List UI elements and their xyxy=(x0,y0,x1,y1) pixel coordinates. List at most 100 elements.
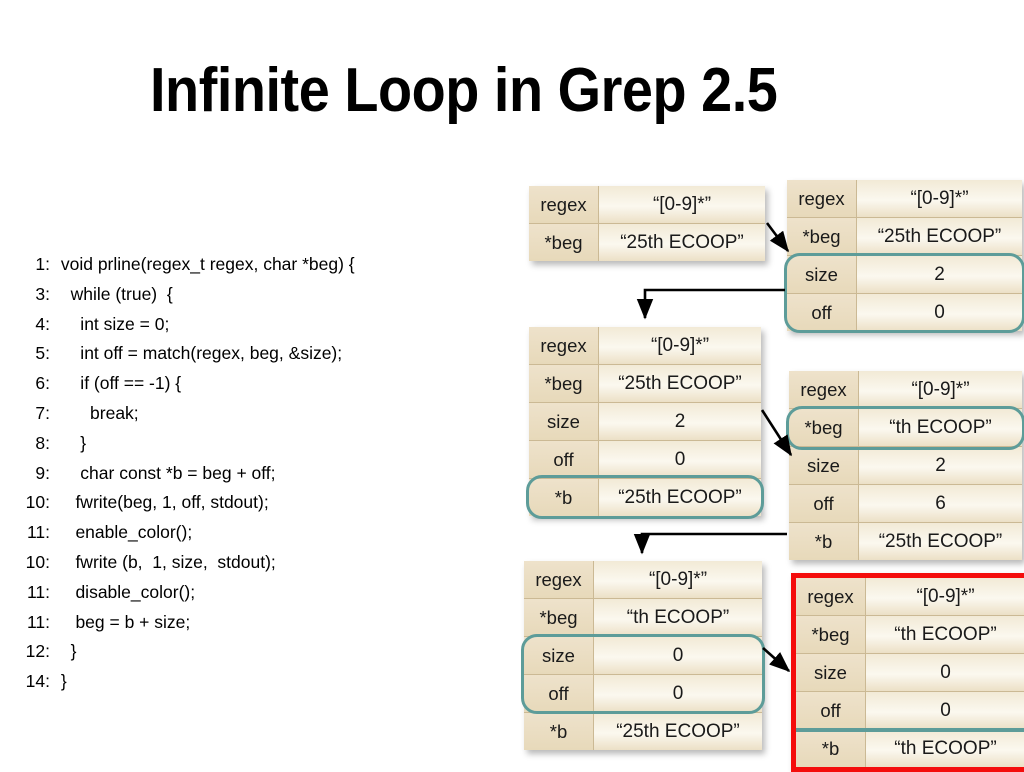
table-row: regex “[0-9]*” xyxy=(529,327,761,364)
row-value: “[0-9]*” xyxy=(599,327,761,364)
code-line-text: break; xyxy=(56,402,139,423)
row-key: off xyxy=(787,294,857,331)
row-value: 0 xyxy=(594,675,762,712)
table-row: regex “[0-9]*” xyxy=(787,180,1022,217)
code-line: 3: while (true) { xyxy=(16,280,376,310)
row-value: “[0-9]*” xyxy=(857,180,1022,217)
table-row: size 2 xyxy=(787,255,1022,293)
row-value: “25th ECOOP” xyxy=(594,713,762,750)
code-line-text: fwrite(beg, 1, off, stdout); xyxy=(56,492,269,513)
row-value: 2 xyxy=(857,256,1022,293)
code-line-text: } xyxy=(56,641,77,662)
row-value: “25th ECOOP” xyxy=(599,365,761,402)
row-value: 0 xyxy=(599,441,761,478)
code-line-number: 11: xyxy=(26,581,50,602)
row-value: “25th ECOOP” xyxy=(599,224,765,261)
code-line-text: int size = 0; xyxy=(56,313,170,334)
row-value: 6 xyxy=(859,485,1022,522)
state-table-3: regex “[0-9]*” *beg “25th ECOOP” size 2 … xyxy=(526,327,764,519)
code-line: 10: fwrite (b, 1, size, stdout); xyxy=(16,548,376,578)
row-key: off xyxy=(796,692,866,729)
code-line-number: 10: xyxy=(25,492,50,513)
table-row: regex “[0-9]*” xyxy=(524,561,762,598)
code-line-text: } xyxy=(56,432,87,453)
code-listing: 1: void prline(regex_t regex, char *beg)… xyxy=(16,250,376,697)
row-value: “25th ECOOP” xyxy=(599,479,761,516)
row-value: 2 xyxy=(859,447,1022,484)
row-key: *beg xyxy=(524,599,594,636)
code-line-number: 5: xyxy=(35,343,50,364)
row-value: “[0-9]*” xyxy=(859,371,1022,408)
row-value: “th ECOOP” xyxy=(866,730,1024,767)
row-value: “[0-9]*” xyxy=(866,578,1024,615)
row-key: regex xyxy=(789,371,859,408)
table-row: regex “[0-9]*” xyxy=(529,186,765,223)
row-key: *beg xyxy=(529,365,599,402)
row-key: regex xyxy=(529,186,599,223)
table-row: off 6 xyxy=(789,484,1022,522)
table-row: off 0 xyxy=(524,674,762,712)
row-value: “th ECOOP” xyxy=(866,616,1024,653)
arrow-state5-to-state6 xyxy=(762,647,791,673)
code-line-number: 11: xyxy=(26,522,50,543)
row-key: *b xyxy=(529,479,599,516)
code-line: 5: int off = match(regex, beg, &size); xyxy=(16,339,376,369)
code-line-text: if (off == -1) { xyxy=(56,373,182,394)
row-key: *beg xyxy=(529,224,599,261)
row-key: off xyxy=(524,675,594,712)
code-line-text: fwrite (b, 1, size, stdout); xyxy=(56,551,276,572)
code-line: 4: int size = 0; xyxy=(16,310,376,340)
code-line: 1: void prline(regex_t regex, char *beg)… xyxy=(16,250,376,280)
row-key: regex xyxy=(796,578,866,615)
code-line-text: while (true) { xyxy=(56,283,173,304)
table-row: *b “25th ECOOP” xyxy=(789,522,1022,560)
table-row: *beg “th ECOOP” xyxy=(796,615,1024,653)
table-row: *beg “25th ECOOP” xyxy=(529,223,765,261)
code-line-number: 1: xyxy=(35,254,50,274)
code-line-text: void prline(regex_t regex, char *beg) { xyxy=(56,254,355,274)
code-line-number: 14: xyxy=(25,671,50,692)
row-key: *beg xyxy=(789,409,859,446)
row-key: size xyxy=(787,256,857,293)
code-line-number: 3: xyxy=(35,283,50,304)
code-line-number: 12: xyxy=(25,641,50,662)
row-value: 0 xyxy=(857,294,1022,331)
row-key: *b xyxy=(524,713,594,750)
code-line: 9: char const *b = beg + off; xyxy=(16,459,376,489)
code-line: 11: enable_color(); xyxy=(16,518,376,548)
code-line: 14: } xyxy=(16,667,376,697)
table-row: *b “25th ECOOP” xyxy=(529,478,761,516)
state-table-5: regex “[0-9]*” *beg “th ECOOP” size 0 of… xyxy=(521,561,765,750)
code-line: 12: } xyxy=(16,637,376,667)
arrow-state3-to-state4 xyxy=(760,409,793,457)
code-line: 11: beg = b + size; xyxy=(16,608,376,638)
state-table-2: regex “[0-9]*” *beg “25th ECOOP” size 2 … xyxy=(784,180,1024,333)
code-line-text: beg = b + size; xyxy=(56,611,191,632)
code-line-number: 4: xyxy=(35,313,50,334)
code-line-text: disable_color(); xyxy=(56,581,196,602)
row-key: size xyxy=(796,654,866,691)
row-key: regex xyxy=(787,180,857,217)
row-key: *b xyxy=(789,523,859,560)
code-line: 7: break; xyxy=(16,399,376,429)
code-line-number: 7: xyxy=(35,402,50,423)
row-key: off xyxy=(789,485,859,522)
state-table-4: regex “[0-9]*” *beg “th ECOOP” size 2 of… xyxy=(786,371,1024,560)
code-line: 10: fwrite(beg, 1, off, stdout); xyxy=(16,488,376,518)
row-value: “[0-9]*” xyxy=(599,186,765,223)
state-table-1: regex “[0-9]*” *beg “25th ECOOP” xyxy=(529,186,765,261)
code-line-number: 10: xyxy=(25,551,50,572)
code-line-number: 6: xyxy=(35,373,50,394)
code-line-number: 8: xyxy=(35,432,50,453)
code-line-text: int off = match(regex, beg, &size); xyxy=(56,343,343,364)
code-line: 8: } xyxy=(16,429,376,459)
row-key: *beg xyxy=(796,616,866,653)
page-title: Infinite Loop in Grep 2.5 xyxy=(150,56,778,125)
table-row: *beg “25th ECOOP” xyxy=(529,364,761,402)
code-line-text: enable_color(); xyxy=(56,522,193,543)
row-value: “th ECOOP” xyxy=(594,599,762,636)
code-line: 6: if (off == -1) { xyxy=(16,369,376,399)
table-row: *beg “th ECOOP” xyxy=(524,598,762,636)
row-value: “[0-9]*” xyxy=(594,561,762,598)
row-value: 2 xyxy=(599,403,761,440)
